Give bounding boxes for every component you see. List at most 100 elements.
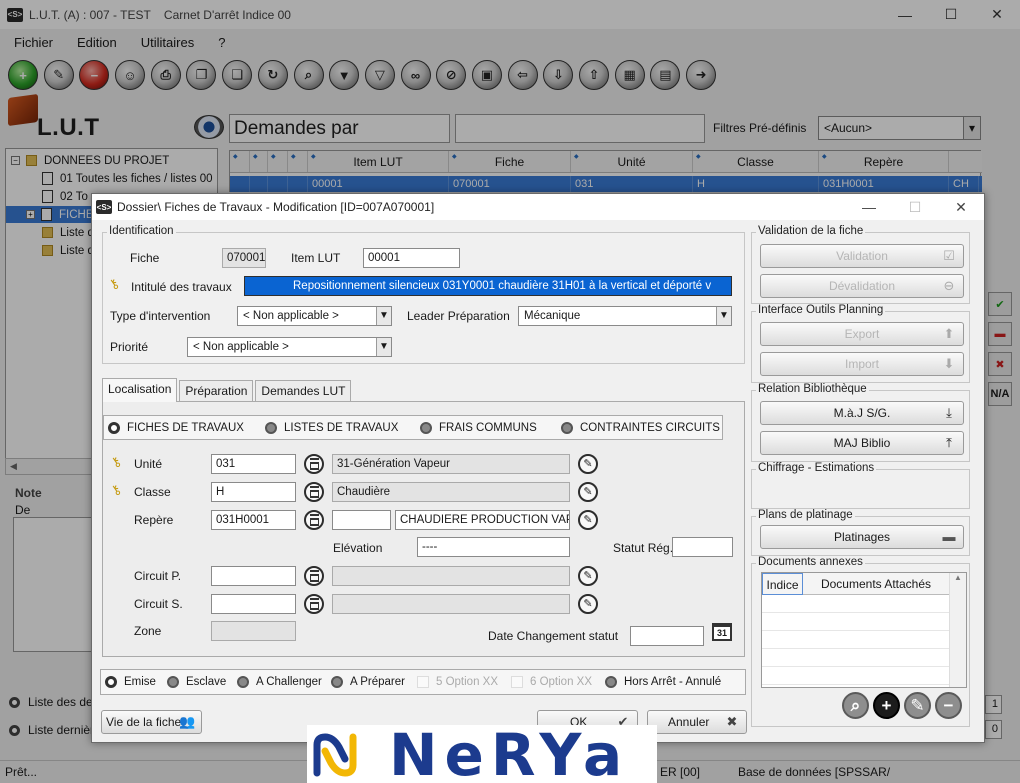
list-icon[interactable]	[304, 510, 324, 530]
priorite-select[interactable]: < Non applicable > ▼	[187, 337, 392, 357]
minus-icon[interactable]: ▬	[988, 322, 1012, 346]
grid-col-classe[interactable]: Classe	[693, 146, 819, 172]
menu-edition[interactable]: Edition	[77, 35, 117, 50]
chevron-down-icon[interactable]: ▼	[376, 307, 391, 325]
collapse-icon[interactable]: −	[11, 156, 20, 165]
close-icon[interactable]: ✕	[974, 0, 1020, 29]
radio-esclave[interactable]: Esclave	[167, 676, 226, 688]
radio-icon[interactable]	[420, 421, 432, 434]
grid-col[interactable]	[288, 146, 308, 172]
circuit-p-field[interactable]	[211, 566, 296, 586]
docs-col-attached[interactable]: Documents Attachés	[803, 573, 950, 595]
minimize-icon[interactable]: —	[846, 194, 892, 220]
grid-col[interactable]	[268, 146, 288, 172]
edit-pencil-icon[interactable]: ✎	[578, 594, 598, 614]
type-intervention-select[interactable]: < Non applicable > ▼	[237, 306, 392, 326]
print-icon[interactable]: ⎙	[150, 60, 181, 90]
tab-demandes-lut[interactable]: Demandes LUT	[255, 380, 352, 402]
edit-pencil-icon[interactable]: ✎	[578, 566, 598, 586]
chevron-down-icon[interactable]: ▼	[716, 307, 731, 325]
list-icon[interactable]	[304, 594, 324, 614]
eye-icon[interactable]	[194, 115, 224, 139]
classe-code-field[interactable]: H	[211, 482, 296, 502]
radio-icon[interactable]	[331, 676, 343, 688]
item-lut-field[interactable]: 00001	[363, 248, 460, 268]
table-row[interactable]	[762, 668, 950, 685]
radio-emise[interactable]: Emise	[105, 676, 156, 688]
intitule-field[interactable]: Repositionnement silencieux 031Y0001 cha…	[244, 276, 732, 296]
radio-selected-icon[interactable]	[108, 421, 120, 434]
repere-desc-field[interactable]: CHAUDIERE PRODUCTION VAPEUR	[395, 510, 570, 530]
radio-liste-derniere[interactable]: Liste dernièr	[9, 721, 94, 739]
close-icon[interactable]: ✕	[938, 194, 984, 220]
cancel-icon[interactable]: ✖	[988, 352, 1012, 376]
calendar-icon[interactable]: ▦	[614, 60, 645, 90]
menu-help[interactable]: ?	[218, 35, 225, 50]
radio-icon[interactable]	[561, 421, 573, 434]
delete-icon[interactable]: −	[79, 60, 110, 90]
radio-liste-dernieres[interactable]: Liste des dern	[9, 693, 103, 711]
add-icon[interactable]: +	[873, 692, 900, 719]
edit-pencil-icon[interactable]: ✎	[578, 454, 598, 474]
menu-utilitaires[interactable]: Utilitaires	[141, 35, 194, 50]
statut-reg-field[interactable]	[672, 537, 733, 557]
unite-code-field[interactable]: 031	[211, 454, 296, 474]
radio-icon[interactable]	[167, 676, 179, 688]
copy-icon[interactable]: ❐	[186, 60, 217, 90]
grid-col-repere[interactable]: Repère	[819, 146, 949, 172]
user-icon[interactable]: ☺	[115, 60, 146, 90]
calendar-icon[interactable]: 31	[712, 623, 732, 641]
check-icon[interactable]: ✔	[988, 292, 1012, 316]
count-field-2[interactable]: 0	[985, 720, 1002, 739]
filters-select[interactable]: <Aucun>	[818, 116, 981, 140]
count-field-1[interactable]: 1	[985, 695, 1002, 714]
unlink-icon[interactable]: ⊘	[436, 60, 467, 90]
refresh-icon[interactable]: ↻	[257, 60, 288, 90]
document-icon[interactable]: ▤	[650, 60, 681, 90]
table-row[interactable]	[762, 614, 950, 631]
list-icon[interactable]	[304, 454, 324, 474]
filter-clear-icon[interactable]: ▽	[364, 60, 395, 90]
export-icon[interactable]: ⇧	[579, 60, 609, 90]
leader-select[interactable]: Mécanique ▼	[518, 306, 732, 326]
grid-cell-check[interactable]	[230, 176, 250, 192]
import-icon[interactable]: ⇦	[507, 60, 538, 90]
radio-a-challenger[interactable]: A Challenger	[237, 676, 322, 688]
cancel-button[interactable]: Annuler ✖	[647, 710, 747, 734]
list-icon[interactable]	[304, 566, 324, 586]
table-row[interactable]	[762, 596, 950, 613]
radio-a-preparer[interactable]: A Préparer	[331, 676, 405, 688]
table-row[interactable]	[762, 632, 950, 649]
radio-listes-travaux[interactable]: LISTES DE TRAVAUX	[265, 421, 398, 434]
filter-icon[interactable]: ▼	[329, 60, 360, 90]
tree-item-donnees[interactable]: − DONNEES DU PROJET	[11, 152, 216, 169]
fiches-grid[interactable]: Item LUT Fiche Unité Classe Repère 00001…	[229, 146, 982, 192]
radio-fiches-travaux[interactable]: FICHES DE TRAVAUX	[108, 421, 244, 434]
platinages-button[interactable]: Platinages ▬	[760, 525, 964, 549]
edit-pencil-icon[interactable]: ✎	[578, 482, 598, 502]
radio-selected-icon[interactable]	[105, 676, 117, 688]
edit-icon[interactable]: ✎	[43, 60, 74, 90]
elevation-field[interactable]: ----	[417, 537, 570, 557]
link-icon[interactable]: ∞	[400, 60, 431, 90]
exit-icon[interactable]: ➜	[686, 60, 717, 90]
table-row[interactable]: 00001 070001 031 H 031H0001 CH	[230, 176, 982, 192]
grid-col[interactable]	[250, 146, 268, 172]
repere-extra-field[interactable]	[332, 510, 391, 530]
radio-icon[interactable]	[605, 676, 617, 688]
docs-col-indice[interactable]: Indice	[762, 573, 803, 595]
maj-sg-button[interactable]: M.à.J S/G. ⤓	[760, 401, 964, 425]
tree-item-toutes[interactable]: 01 Toutes les fiches / listes 00	[42, 170, 218, 187]
table-row[interactable]	[762, 650, 950, 667]
docs-scrollbar[interactable]: ▲	[949, 573, 966, 687]
radio-icon[interactable]	[237, 676, 249, 688]
grid-col-unite[interactable]: Unité	[571, 146, 693, 172]
grid-col[interactable]	[230, 146, 250, 172]
menu-fichier[interactable]: Fichier	[14, 35, 53, 50]
search-icon[interactable]: ⌕	[293, 60, 324, 90]
radio-icon[interactable]	[9, 724, 20, 736]
radio-icon[interactable]	[9, 696, 20, 708]
minimize-icon[interactable]: —	[882, 0, 928, 29]
vie-fiche-button[interactable]: Vie de la fiche 👥	[101, 710, 202, 734]
list-icon[interactable]	[304, 482, 324, 502]
